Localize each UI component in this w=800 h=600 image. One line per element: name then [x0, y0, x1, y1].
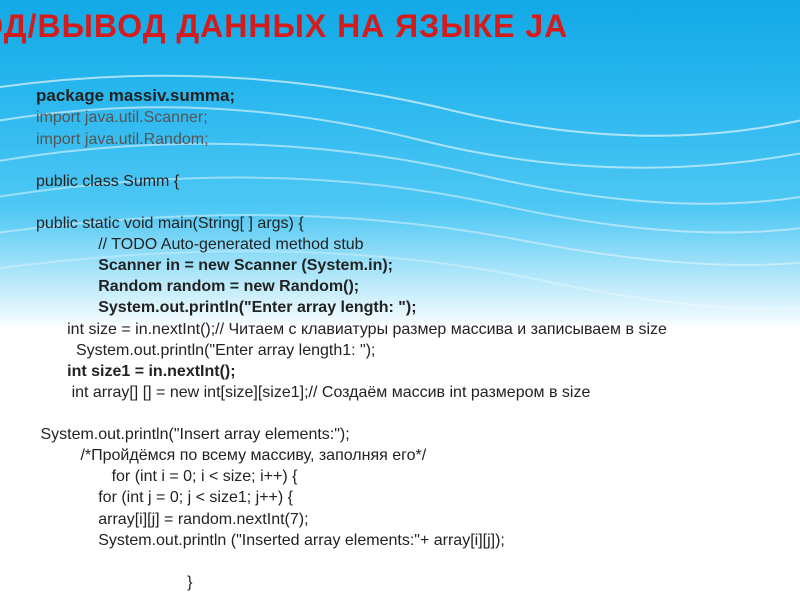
code-line: array[i][j] = random.nextInt(7);: [36, 511, 309, 528]
code-line: System.out.println("Insert array element…: [36, 426, 350, 443]
code-line: package massiv.summa;: [36, 86, 235, 105]
code-line: }: [36, 574, 192, 591]
code-line: public class Summ {: [36, 173, 179, 190]
code-line: Scanner in = new Scanner (System.in);: [36, 257, 393, 274]
code-line: for (int j = 0; j < size1; j++) {: [36, 489, 293, 506]
code-line: import java.util.Scanner;: [36, 109, 208, 126]
code-line: System.out.println("Enter array length1:…: [36, 342, 376, 359]
code-line: System.out.println ("Inserted array elem…: [36, 532, 505, 549]
code-line: /*Пройдёмся по всему массиву, заполняя е…: [36, 447, 426, 464]
slide: ВОД/ВЫВОД ДАННЫХ НА ЯЗЫКЕ JA package mas…: [0, 0, 800, 600]
code-line: // TODO Auto-generated method stub: [36, 236, 364, 253]
code-line: int size1 = in.nextInt();: [36, 363, 236, 380]
code-line: for (int i = 0; i < size; i++) {: [36, 468, 297, 485]
code-block: package massiv.summa; import java.util.S…: [36, 85, 780, 593]
code-line: int size = in.nextInt();// Читаем с клав…: [36, 321, 667, 338]
code-line: System.out.println("Enter array length: …: [36, 299, 417, 316]
code-line: Random random = new Random();: [36, 278, 359, 295]
code-line: int array[] [] = new int[size][size1];//…: [36, 384, 590, 401]
code-line: import java.util.Random;: [36, 131, 209, 148]
code-line: public static void main(String[ ] args) …: [36, 215, 304, 232]
slide-title: ВОД/ВЫВОД ДАННЫХ НА ЯЗЫКЕ JA: [0, 8, 800, 45]
